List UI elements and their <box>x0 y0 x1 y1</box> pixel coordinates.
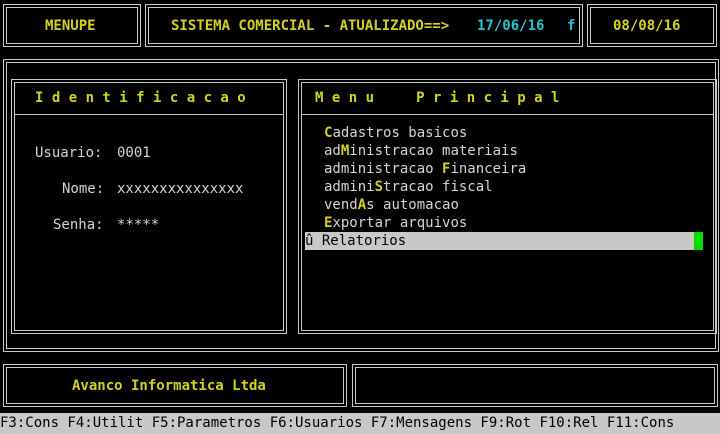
system-title-box: SISTEMA COMERCIAL - ATUALIZADO==> 17/06/… <box>145 4 583 47</box>
menu-item-fiscal[interactable]: adminiStracao fiscal <box>324 178 493 196</box>
menu-item-text: tracao fiscal <box>383 179 493 195</box>
menu-item-materiais[interactable]: adMinistracao materiais <box>324 142 518 160</box>
menu-item-relatorios-selected[interactable]: û Relatorios <box>305 232 703 250</box>
updated-date: 17/06/16 <box>477 18 545 34</box>
text-cursor <box>694 232 703 250</box>
menu-item-text: inistracao materiais <box>349 143 518 159</box>
current-date: 08/08/16 <box>613 18 681 34</box>
company-box: Avanco Informatica Ltda <box>3 364 347 407</box>
function-key-bar[interactable]: F3:Cons F4:Utilit F5:Parametros F6:Usuar… <box>0 413 720 434</box>
menu-item-text: inanceira <box>450 161 527 177</box>
identification-title: I d e n t i f i c a c a o <box>35 90 246 106</box>
user-label: Usuario: <box>35 145 103 161</box>
main-menu-divider <box>302 114 713 115</box>
status-flag: f <box>567 18 576 34</box>
menu-item-text: Relatorios <box>321 233 407 249</box>
app-name: MENUPE <box>45 18 96 34</box>
menu-item-cadastros[interactable]: Cadastros basicos <box>324 124 467 142</box>
menu-item-text: xportar arquivos <box>332 215 468 231</box>
menu-hotkey: S <box>374 179 384 195</box>
identification-divider <box>15 114 283 115</box>
menu-item-text: vend <box>324 197 358 213</box>
company-name: Avanco Informatica Ltda <box>72 378 266 394</box>
menu-item-text: adastros basicos <box>332 125 468 141</box>
menu-item-text: administracao <box>324 161 443 177</box>
name-label: Nome: <box>62 181 105 197</box>
menu-item-financeira[interactable]: administracao Financeira <box>324 160 526 178</box>
menu-item-text: s automacao <box>366 197 459 213</box>
menu-hotkey: A <box>357 197 367 213</box>
password-label: Senha: <box>53 217 104 233</box>
selection-marker: û <box>305 233 314 249</box>
menu-item-text: ad <box>324 143 341 159</box>
user-value[interactable]: 0001 <box>117 144 151 162</box>
menu-item-exportar[interactable]: Exportar arquivos <box>324 214 467 232</box>
name-value[interactable]: xxxxxxxxxxxxxxx <box>117 180 243 198</box>
message-box <box>352 364 718 407</box>
identification-panel: I d e n t i f i c a c a o Usuario: 0001 … <box>11 79 287 334</box>
current-date-box: 08/08/16 <box>587 4 717 47</box>
password-value[interactable]: ***** <box>117 216 159 234</box>
main-menu-title: M e n u P r i n c i p a l <box>315 90 560 106</box>
system-title: SISTEMA COMERCIAL - ATUALIZADO==> <box>171 18 450 34</box>
menu-item-vendas[interactable]: vendAs automacao <box>324 196 459 214</box>
app-name-box: MENUPE <box>3 4 141 47</box>
menu-item-text: admini <box>324 179 375 195</box>
